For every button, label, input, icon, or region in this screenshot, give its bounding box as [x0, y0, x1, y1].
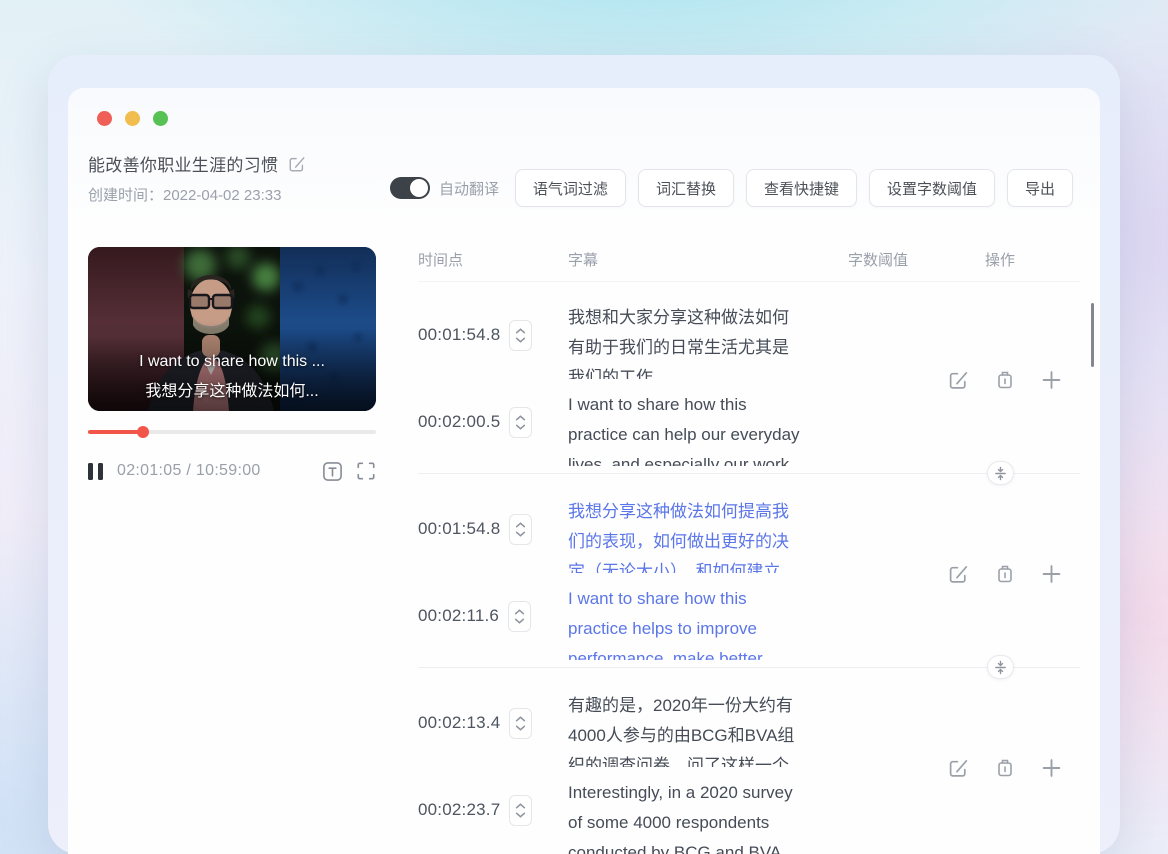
created-time: 创建时间：2022-04-02 23:33 [88, 187, 282, 204]
subtitle-group: 00:01:54.8 我想和大家分享这种做法如何 有助于我们的日常生活尤其是 我… [418, 293, 1080, 485]
timestamp-stepper[interactable] [509, 406, 533, 438]
add-row-icon[interactable] [1041, 370, 1062, 391]
progress-bar[interactable] [88, 425, 376, 439]
table-row[interactable]: 00:02:11.6 I want to share how this prac… [418, 574, 1080, 661]
timestamp-stepper[interactable] [509, 794, 533, 826]
col-header-actions: 操作 [985, 252, 1016, 269]
subtitle-cell[interactable]: 有趣的是，2020年一份大约有 4000人参与的由BCG和BVA组 织的调查问卷… [568, 681, 848, 768]
fullscreen-icon[interactable] [356, 461, 376, 481]
toggle-knob [410, 179, 428, 197]
table-row[interactable]: 00:01:54.8 我想分享这种做法如何提高我 们的表现，如何做出更好的决 定… [418, 487, 1080, 574]
subtitle-cell[interactable]: I want to share how this practice helps … [568, 574, 848, 661]
delete-row-icon[interactable] [995, 370, 1015, 391]
window-controls [97, 111, 168, 126]
pause-button[interactable] [88, 462, 103, 480]
group-divider [418, 655, 1080, 679]
toolbar: 语气词过滤 词汇替换 查看快捷键 设置字数阈值 导出 [514, 169, 1073, 207]
export-button[interactable]: 导出 [1006, 169, 1073, 207]
merge-rows-icon[interactable] [987, 655, 1014, 679]
timestamp: 00:02:23.7 [418, 800, 501, 819]
col-header-subtitle: 字幕 [568, 252, 599, 269]
delete-row-icon[interactable] [995, 758, 1015, 779]
edit-row-icon[interactable] [948, 564, 969, 585]
subtitle-group: 00:02:13.4 有趣的是，2020年一份大约有 4000人参与的由BCG和… [418, 681, 1080, 854]
subtitle-group-active: 00:01:54.8 我想分享这种做法如何提高我 们的表现，如何做出更好的决 定… [418, 487, 1080, 679]
add-row-icon[interactable] [1041, 758, 1062, 779]
timestamp-stepper[interactable] [508, 600, 532, 632]
video-player[interactable]: I want to share how this ... 我想分享这种做法如何.… [88, 247, 376, 411]
app-window: 能改善你职业生涯的习惯 创建时间：2022-04-02 23:33 自动翻译 语… [48, 55, 1120, 854]
table-row[interactable]: 00:02:00.5 I want to share how this prac… [418, 380, 1080, 467]
filler-word-filter-button[interactable]: 语气词过滤 [514, 169, 626, 207]
timestamp-stepper[interactable] [509, 707, 533, 739]
vocab-replace-button[interactable]: 词汇替换 [637, 169, 734, 207]
auto-translate-label: 自动翻译 [439, 180, 500, 198]
scrollbar-thumb[interactable] [1091, 303, 1094, 367]
subtitle-cell[interactable]: 我想分享这种做法如何提高我 们的表现，如何做出更好的决 定（无论大小），和如何建… [568, 487, 848, 574]
shortcuts-button[interactable]: 查看快捷键 [745, 169, 857, 207]
add-row-icon[interactable] [1041, 564, 1062, 585]
subtitle-cell[interactable]: 我想和大家分享这种做法如何 有助于我们的日常生活尤其是 我们的工作 [568, 293, 848, 380]
edit-row-icon[interactable] [948, 370, 969, 391]
timestamp: 00:02:00.5 [418, 412, 501, 431]
table-row[interactable]: 00:01:54.8 我想和大家分享这种做法如何 有助于我们的日常生活尤其是 我… [418, 293, 1080, 380]
group-divider [418, 461, 1080, 485]
video-subtitle-en: I want to share how this ... [139, 353, 325, 370]
col-header-threshold: 字数阈值 [848, 252, 909, 269]
timestamp: 00:02:11.6 [418, 606, 500, 625]
merge-rows-icon[interactable] [987, 461, 1014, 485]
timestamp-stepper[interactable] [509, 513, 533, 545]
timestamp: 00:02:13.4 [418, 713, 501, 732]
timestamp: 00:01:54.8 [418, 519, 501, 538]
table-row[interactable]: 00:02:23.7 Interestingly, in a 2020 surv… [418, 768, 1080, 854]
page-title: 能改善你职业生涯的习惯 [88, 156, 279, 175]
subtitle-table: 时间点 字幕 字数阈值 操作 00:01:54.8 我想和大家分享这种做法如何 … [418, 249, 1094, 854]
player-progress-fill [88, 430, 143, 434]
playback-time: 02:01:05 / 10:59:00 [117, 462, 261, 479]
maximize-window-button[interactable] [153, 111, 168, 126]
subtitle-toggle-icon[interactable] [322, 461, 343, 482]
close-window-button[interactable] [97, 111, 112, 126]
subtitle-cell[interactable]: I want to share how this practice can he… [568, 380, 848, 467]
subtitle-cell[interactable]: Interestingly, in a 2020 survey of some … [568, 768, 848, 854]
table-header: 时间点 字幕 字数阈值 操作 [418, 249, 1094, 282]
timestamp: 00:01:54.8 [418, 325, 501, 344]
progress-handle[interactable] [136, 426, 149, 438]
delete-row-icon[interactable] [995, 564, 1015, 585]
timestamp-stepper[interactable] [509, 319, 533, 351]
video-subtitle-zh: 我想分享这种做法如何... [145, 383, 319, 400]
col-header-time: 时间点 [418, 252, 464, 269]
table-row[interactable]: 00:02:13.4 有趣的是，2020年一份大约有 4000人参与的由BCG和… [418, 681, 1080, 768]
edit-title-icon[interactable] [288, 155, 306, 173]
edit-row-icon[interactable] [948, 758, 969, 779]
main-card: 能改善你职业生涯的习惯 创建时间：2022-04-02 23:33 自动翻译 语… [68, 88, 1100, 854]
auto-translate-toggle[interactable] [390, 177, 430, 199]
char-threshold-button[interactable]: 设置字数阈值 [868, 169, 995, 207]
minimize-window-button[interactable] [125, 111, 140, 126]
